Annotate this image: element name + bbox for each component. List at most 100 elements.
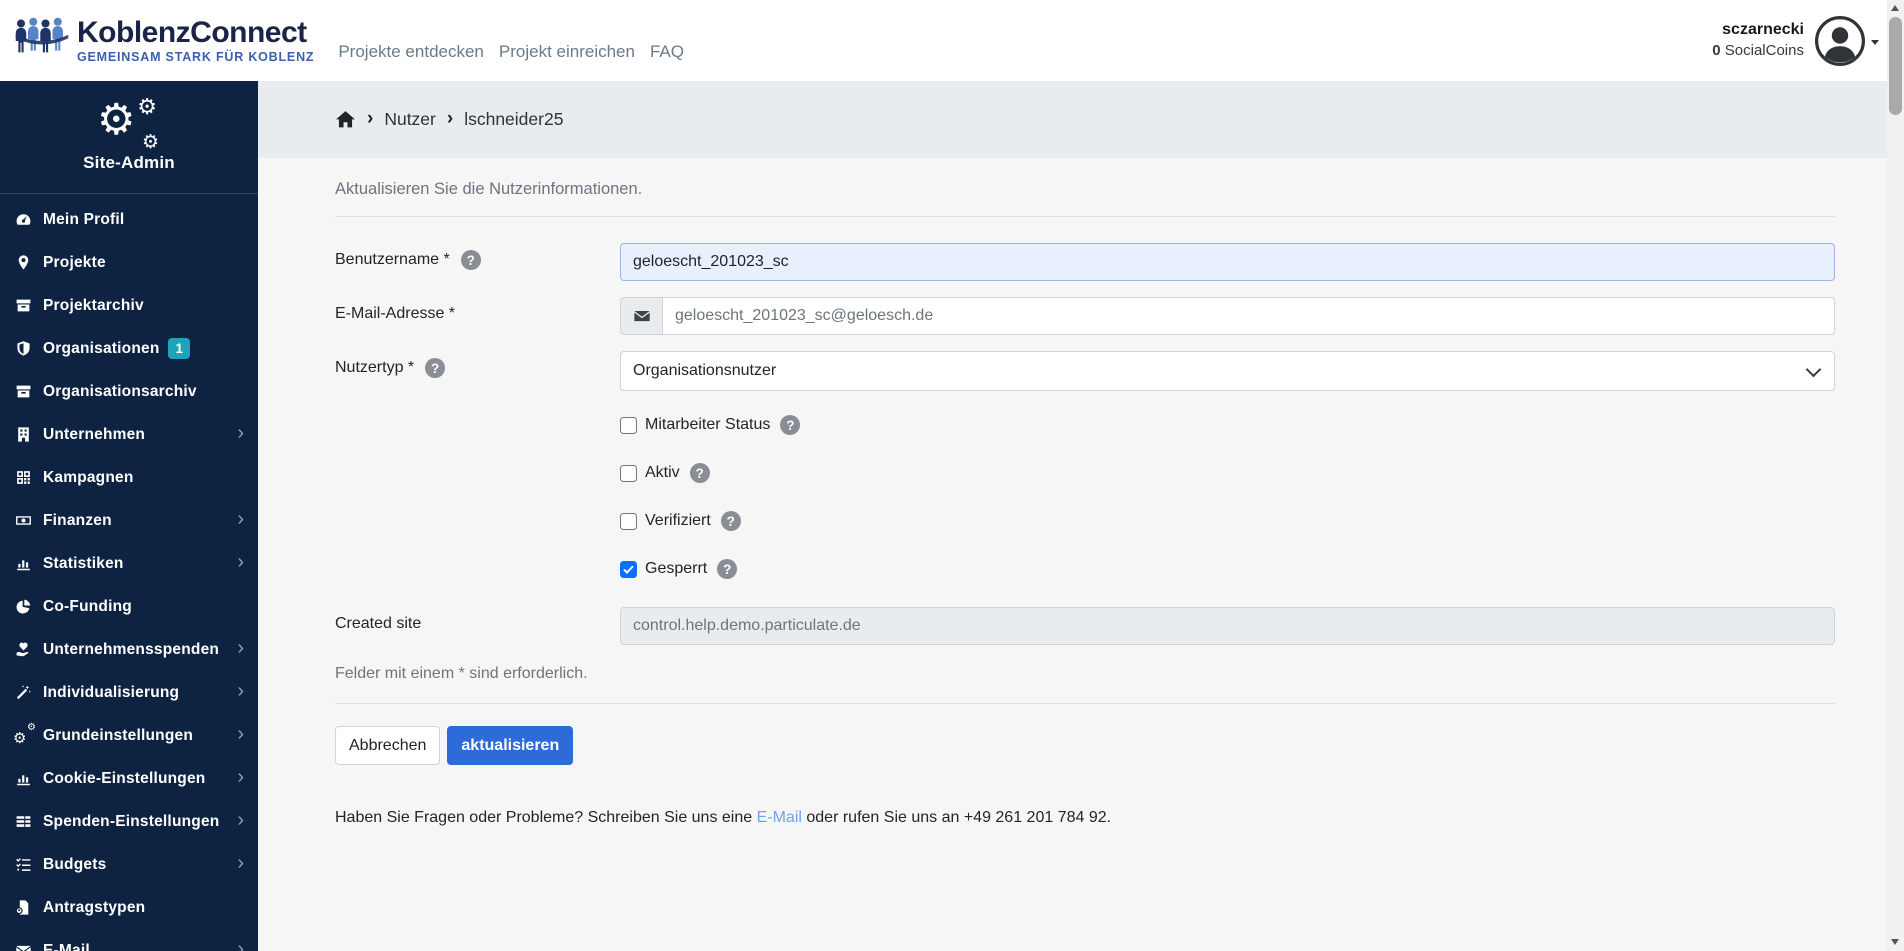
envelope-icon	[620, 297, 662, 335]
sidebar-item-label: Organisationsarchiv	[43, 382, 197, 400]
usertype-select[interactable]: Organisationsnutzer	[620, 351, 1835, 391]
sidebar-item-organisationen[interactable]: Organisationen 1	[0, 327, 258, 370]
sidebar-item-label: Co-Funding	[43, 597, 132, 615]
building-icon	[13, 426, 34, 443]
chevron-right-icon: ›	[237, 765, 244, 788]
scroll-up-arrow-icon[interactable]	[1891, 5, 1899, 11]
question-circle-icon[interactable]: ?	[425, 358, 446, 378]
sidebar-item-e-mail[interactable]: E-Mail ›	[0, 929, 258, 951]
usertype-label: Nutzertyp * ?	[335, 351, 620, 391]
chevron-right-icon: ›	[237, 937, 244, 951]
sidebar-item-unternehmensspenden[interactable]: Unternehmensspenden ›	[0, 628, 258, 671]
site-admin-header[interactable]: ⚙ ⚙ ⚙ Site-Admin	[0, 81, 258, 194]
sidebar-item-finanzen[interactable]: Finanzen ›	[0, 499, 258, 542]
nav-projekt-einreichen[interactable]: Projekt einreichen	[499, 42, 635, 62]
sidebar-item-spenden-einstellungen[interactable]: Spenden-Einstellungen ›	[0, 800, 258, 843]
avatar-icon	[1815, 15, 1865, 66]
question-circle-icon[interactable]: ?	[720, 511, 741, 531]
app-logo[interactable]: KoblenzConnect GEMEINSAM STARK FÜR KOBLE…	[14, 17, 314, 65]
aktiv-checkbox[interactable]	[620, 464, 637, 482]
chevron-right-icon: ›	[237, 507, 244, 530]
sidebar-item-budgets[interactable]: Budgets ›	[0, 843, 258, 886]
checkbox-label: Aktiv	[645, 464, 680, 481]
breadcrumb-separator: ›	[446, 108, 454, 129]
sidebar-item-projektarchiv[interactable]: Projektarchiv	[0, 284, 258, 327]
cancel-button[interactable]: Abbrechen	[335, 726, 441, 765]
created-site-label: Created site	[335, 615, 422, 632]
sidebar-item-kampagnen[interactable]: Kampagnen	[0, 456, 258, 499]
sidebar-item-unternehmen[interactable]: Unternehmen ›	[0, 413, 258, 456]
logo-subtitle: GEMEINSAM STARK FÜR KOBLENZ	[77, 49, 315, 64]
app-header: KoblenzConnect GEMEINSAM STARK FÜR KOBLE…	[0, 0, 1887, 81]
map-marker-icon	[13, 254, 34, 271]
breadcrumb-nutzer[interactable]: Nutzer	[384, 109, 436, 130]
divider	[335, 703, 1835, 704]
top-nav: Projekte entdecken Projekt einreichen FAQ	[338, 20, 684, 62]
tachometer-icon	[13, 211, 34, 228]
sidebar-item-label: Grundeinstellungen	[43, 726, 193, 744]
email-input[interactable]	[662, 297, 1835, 335]
money-bill-icon	[13, 512, 34, 529]
chevron-down-icon	[1805, 361, 1822, 378]
sidebar-item-label: Unternehmensspenden	[43, 640, 220, 658]
sidebar-item-label: Mein Profil	[43, 210, 125, 228]
checkbox-list: Mitarbeiter Status? Aktiv? Verifiziert? Ges…	[335, 413, 1835, 581]
nav-faq[interactable]: FAQ	[650, 42, 684, 62]
checkbox-label: Mitarbeiter Status	[645, 416, 771, 433]
chevron-right-icon: ›	[237, 550, 244, 573]
tasks-icon	[13, 856, 34, 873]
verifiziert-checkbox[interactable]	[620, 512, 637, 530]
file-marker-icon	[13, 899, 34, 916]
sidebar-item-individualisierung[interactable]: Individualisierung ›	[0, 671, 258, 714]
chevron-down-icon	[1871, 40, 1879, 45]
sidebar-menu: Mein Profil Projekte Projektarchiv Organisa…	[0, 194, 258, 951]
sidebar-item-label: Spenden-Einstellungen	[43, 812, 220, 830]
sidebar-item-label: Cookie-Einstellungen	[43, 769, 206, 787]
gears-icon: ⚙ ⚙ ⚙	[97, 95, 159, 153]
gesperrt-checkbox[interactable]	[620, 560, 637, 578]
checkbox-label: Gesperrt	[645, 560, 708, 577]
sidebar-item-antragstypen[interactable]: Antragstypen	[0, 886, 258, 929]
envelope-icon	[13, 942, 34, 951]
page-scrollbar[interactable]	[1887, 0, 1904, 951]
username-input[interactable]	[620, 243, 1835, 281]
sidebar-item-mein-profil[interactable]: Mein Profil	[0, 198, 258, 241]
bar-chart-icon	[13, 555, 34, 572]
required-fields-note: Felder mit einem * sind erforderlich.	[335, 665, 588, 682]
mitarbeiter-status-checkbox[interactable]	[620, 416, 637, 434]
sidebar-item-organisationsarchiv[interactable]: Organisationsarchiv	[0, 370, 258, 413]
chevron-right-icon: ›	[237, 851, 244, 874]
email-row: E-Mail-Adresse *	[335, 297, 1835, 335]
sidebar-item-grundeinstellungen[interactable]: ⚙ ⚙ Grundeinstellungen ›	[0, 714, 258, 757]
support-text: Haben Sie Fragen oder Probleme? Schreibe…	[335, 809, 1112, 826]
created-site-input	[620, 607, 1835, 645]
sidebar-item-statistiken[interactable]: Statistiken ›	[0, 542, 258, 585]
sidebar-item-projekte[interactable]: Projekte	[0, 241, 258, 284]
username: sczarnecki	[1722, 21, 1804, 39]
question-circle-icon[interactable]: ?	[689, 463, 710, 483]
count-badge: 1	[168, 337, 190, 360]
email-link[interactable]: E-Mail	[757, 809, 802, 826]
sidebar-item-label: Projekte	[43, 253, 106, 271]
cogs-icon: ⚙ ⚙	[13, 722, 36, 747]
scroll-down-arrow-icon[interactable]	[1891, 939, 1899, 945]
update-button[interactable]: aktualisieren	[447, 726, 574, 765]
breadcrumb-separator: ›	[367, 108, 374, 129]
nav-projekte-entdecken[interactable]: Projekte entdecken	[338, 42, 484, 62]
logo-title: KoblenzConnect	[77, 16, 307, 50]
scrollbar-thumb[interactable]	[1889, 17, 1902, 115]
sidebar-item-cookie-einstellungen[interactable]: Cookie-Einstellungen ›	[0, 757, 258, 800]
chevron-right-icon: ›	[237, 636, 244, 659]
bar-chart-icon	[13, 770, 34, 787]
sidebar-item-label: Antragstypen	[43, 898, 146, 916]
user-menu-toggle[interactable]: sczarnecki 0 SocialCoins	[1712, 15, 1879, 67]
username-label: Benutzername * ?	[335, 243, 620, 281]
home-icon[interactable]	[335, 109, 356, 130]
question-circle-icon[interactable]: ?	[460, 250, 481, 270]
question-circle-icon[interactable]: ?	[780, 415, 801, 435]
sidebar-item-label: Budgets	[43, 855, 107, 873]
sidebar-item-co-funding[interactable]: Co-Funding	[0, 585, 258, 628]
checkbox-row-aktiv: Aktiv?	[620, 461, 1835, 485]
sidebar-item-label: Finanzen	[43, 511, 112, 529]
question-circle-icon[interactable]: ?	[717, 559, 738, 579]
